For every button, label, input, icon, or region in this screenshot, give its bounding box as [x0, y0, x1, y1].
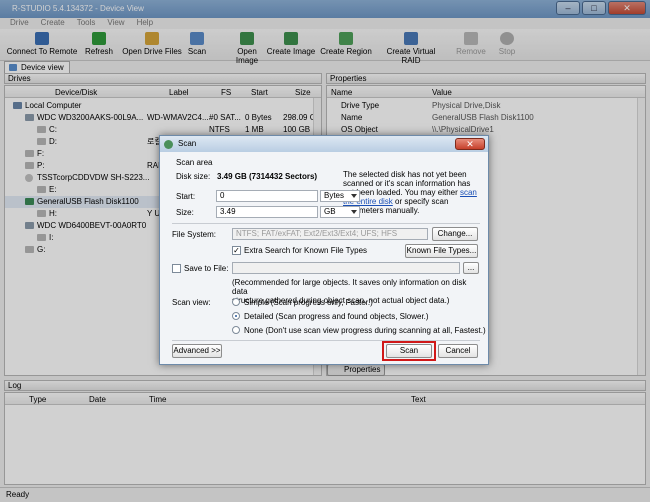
extra-search-label: Extra Search for Known File Types — [244, 246, 368, 255]
start-label: Start: — [176, 192, 196, 201]
scan-note: The selected disk has not yet been scann… — [343, 170, 477, 215]
scan-dialog: Scan ✕ Scan area Disk size: 3.49 GB (731… — [159, 135, 489, 365]
start-unit-select[interactable]: Bytes — [320, 190, 360, 202]
change-fs-button[interactable]: Change... — [432, 227, 478, 241]
view-simple-label: Simple (Scan progress only, Faster.) — [244, 298, 373, 307]
size-label: Size: — [176, 208, 194, 217]
scan-dialog-icon — [164, 140, 173, 149]
extra-search-checkbox[interactable]: ✓ — [232, 246, 241, 255]
view-simple-radio[interactable] — [232, 298, 240, 306]
separator — [172, 223, 480, 224]
scan-link[interactable]: scan — [460, 188, 477, 197]
scan-view-label: Scan view: — [172, 298, 211, 307]
start-input[interactable]: 0 — [216, 190, 318, 202]
browse-button[interactable]: ... — [463, 262, 479, 274]
dialog-cancel-button[interactable]: Cancel — [438, 344, 478, 358]
disk-size-label: Disk size: — [176, 172, 211, 181]
size-unit-select[interactable]: GB — [320, 206, 360, 218]
file-system-label: File System: — [172, 230, 217, 239]
save-to-file-label: Save to File: — [184, 264, 229, 273]
view-detailed-label: Detailed (Scan progress and found object… — [244, 312, 429, 321]
known-file-types-button[interactable]: Known File Types... — [405, 244, 478, 258]
chevron-down-icon — [351, 210, 357, 214]
chevron-down-icon — [351, 194, 357, 198]
scan-dialog-title-bar: Scan ✕ — [160, 136, 488, 152]
dialog-close-button[interactable]: ✕ — [455, 138, 485, 150]
save-to-file-checkbox[interactable] — [172, 264, 181, 273]
save-to-file-input[interactable] — [232, 262, 460, 274]
scan-area-label: Scan area — [176, 158, 213, 167]
view-detailed-radio[interactable] — [232, 312, 240, 320]
size-input[interactable]: 3.49 — [216, 206, 318, 218]
advanced-button[interactable]: Advanced >> — [172, 344, 222, 358]
file-system-field: NTFS; FAT/exFAT; Ext2/Ext3/Ext4; UFS; HF… — [232, 228, 428, 240]
disk-size-value: 3.49 GB (7314432 Sectors) — [217, 172, 318, 181]
view-none-radio[interactable] — [232, 326, 240, 334]
dialog-scan-button[interactable]: Scan — [386, 344, 432, 358]
view-none-label: None (Don't use scan view progress durin… — [244, 326, 486, 335]
